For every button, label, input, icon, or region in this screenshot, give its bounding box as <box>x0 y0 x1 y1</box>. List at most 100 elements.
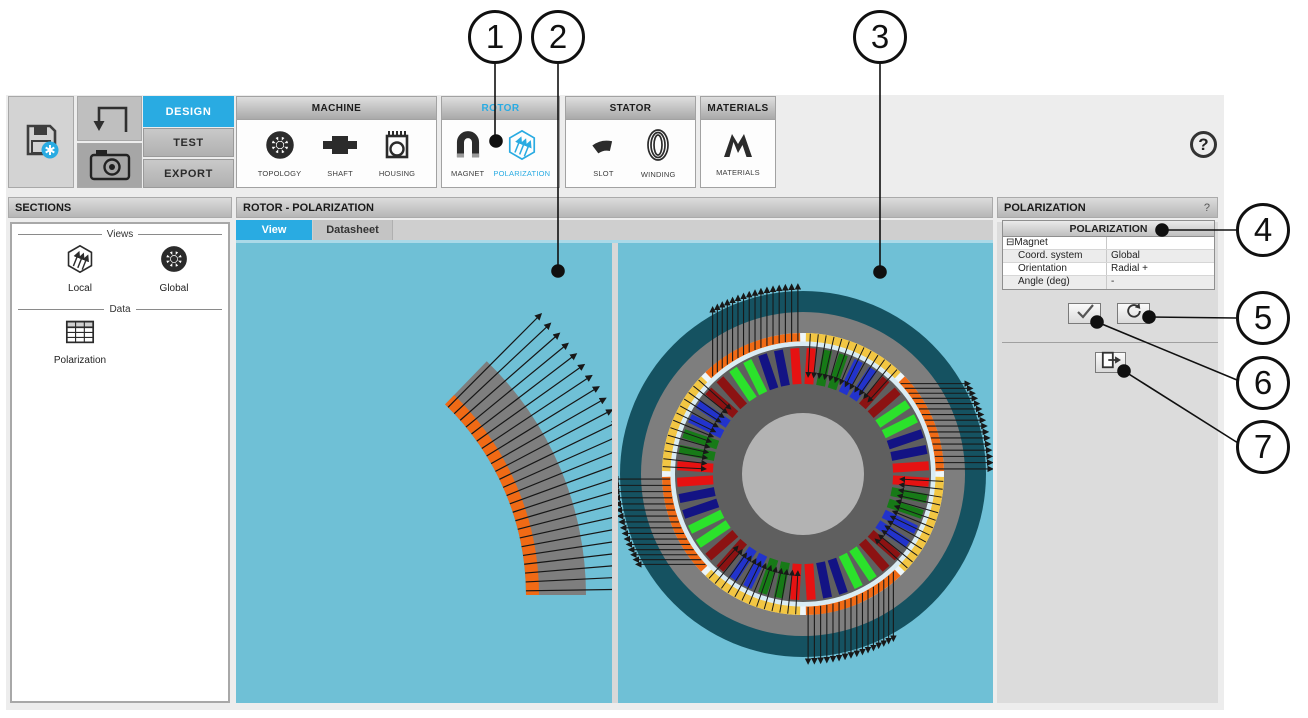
property-row-angle[interactable]: Angle (deg) - <box>1003 276 1214 289</box>
topology-label: TOPOLOGY <box>258 169 302 178</box>
angle-name: Angle (deg) <box>1003 276 1107 289</box>
design-mode-button[interactable]: DESIGN <box>143 96 234 127</box>
tab-datasheet[interactable]: Datasheet <box>313 220 393 240</box>
polarization-panel-title: POLARIZATION <box>1004 198 1086 217</box>
save-icon <box>21 120 61 165</box>
coord-system-value[interactable]: Global <box>1107 250 1214 262</box>
property-row-coord-system[interactable]: Coord. system Global <box>1003 250 1214 263</box>
reset-button[interactable] <box>1117 303 1150 324</box>
shaft-button[interactable]: SHAFT <box>322 129 358 178</box>
reset-icon <box>1124 301 1144 326</box>
magnet-icon <box>451 129 485 166</box>
help-button[interactable]: ? <box>1190 131 1217 158</box>
import-arrow-icon <box>82 96 138 141</box>
property-row-magnet[interactable]: ⊟Magnet <box>1003 237 1214 250</box>
panel-help-icon[interactable]: ? <box>1204 198 1210 217</box>
topology-icon <box>264 129 296 166</box>
test-mode-button[interactable]: TEST <box>143 128 234 157</box>
magnet-label: MAGNET <box>451 169 484 178</box>
polarization-button[interactable]: POLARIZATION <box>493 129 550 178</box>
slot-icon <box>585 129 621 166</box>
export-mode-button[interactable]: EXPORT <box>143 159 234 188</box>
materials-group-title: MATERIALS <box>701 97 775 120</box>
ribbon-group-rotor: ROTOR MAGNET <box>441 96 560 188</box>
camera-button[interactable] <box>77 143 142 188</box>
checkmark-icon <box>1073 302 1097 325</box>
rotor-group-title: ROTOR <box>442 97 559 120</box>
stator-group-title: STATOR <box>566 97 695 120</box>
view-tabbar: View Datasheet <box>236 220 993 240</box>
global-view-label: Global <box>160 283 189 294</box>
polarization-canvas <box>236 243 993 703</box>
data-group-label: Data <box>109 304 130 315</box>
angle-value[interactable]: - <box>1107 276 1214 289</box>
sections-panel: Views Local <box>10 222 230 703</box>
import-arrow-button[interactable] <box>77 96 142 141</box>
polarization-table-icon <box>64 318 96 351</box>
materials-icon <box>721 130 755 165</box>
callout-3: 3 <box>853 10 907 64</box>
polarization-properties-panel <box>997 222 1218 703</box>
shaft-label: SHAFT <box>327 169 353 178</box>
orientation-name: Orientation <box>1003 263 1107 275</box>
panel-divider <box>1002 342 1218 343</box>
views-group-separator: Views <box>18 229 222 240</box>
property-row-orientation[interactable]: Orientation Radial + <box>1003 263 1214 276</box>
sidebar-item-global-view[interactable]: Global <box>134 244 214 294</box>
magnet-button[interactable]: MAGNET <box>451 129 485 178</box>
callout-4: 4 <box>1236 203 1290 257</box>
app-window: DESIGN TEST EXPORT MACHINE <box>6 95 1224 710</box>
housing-label: HOUSING <box>379 169 415 178</box>
apply-button[interactable] <box>1068 303 1101 324</box>
export-arrow-icon <box>1099 350 1123 375</box>
shaft-icon <box>322 129 358 166</box>
global-view-icon <box>159 244 189 279</box>
slot-button[interactable]: SLOT <box>585 129 621 178</box>
housing-button[interactable]: HOUSING <box>379 129 415 178</box>
ribbon-group-materials: MATERIALS MATERIALS <box>700 96 776 188</box>
callout-6: 6 <box>1236 356 1290 410</box>
property-grid-title: POLARIZATION <box>1003 221 1214 237</box>
sections-panel-header: SECTIONS <box>8 197 232 218</box>
local-view-label: Local <box>68 283 92 294</box>
polarization-icon <box>505 129 539 166</box>
magnet-tree-node[interactable]: ⊟Magnet <box>1003 237 1107 249</box>
view-area-header: ROTOR - POLARIZATION <box>236 197 993 218</box>
winding-icon <box>642 128 674 167</box>
orientation-value[interactable]: Radial + <box>1107 263 1214 275</box>
export-data-button[interactable] <box>1095 352 1126 373</box>
local-view-icon <box>65 244 95 279</box>
data-group-separator: Data <box>18 304 222 315</box>
housing-icon <box>380 129 414 166</box>
callout-5: 5 <box>1236 291 1290 345</box>
magnet-node-value <box>1107 237 1214 249</box>
tab-view[interactable]: View <box>236 220 312 240</box>
winding-label: WINDING <box>641 170 676 179</box>
ribbon-group-stator: STATOR SLOT <box>565 96 696 188</box>
polarization-data-label: Polarization <box>54 355 106 366</box>
polarization-label: POLARIZATION <box>493 169 550 178</box>
callout-7: 7 <box>1236 420 1290 474</box>
callout-2: 2 <box>531 10 585 64</box>
coord-system-name: Coord. system <box>1003 250 1107 262</box>
materials-label: MATERIALS <box>716 168 760 177</box>
ribbon-group-machine: MACHINE <box>236 96 437 188</box>
help-question-glyph: ? <box>1198 135 1208 155</box>
slot-label: SLOT <box>593 169 613 178</box>
topology-button[interactable]: TOPOLOGY <box>258 129 302 178</box>
machine-group-title: MACHINE <box>237 97 436 120</box>
sidebar-item-local-view[interactable]: Local <box>40 244 120 294</box>
polarization-property-grid: POLARIZATION ⊟Magnet Coord. system Globa… <box>1002 220 1215 290</box>
callout-1: 1 <box>468 10 522 64</box>
global-polarization-view <box>618 243 993 703</box>
page: DESIGN TEST EXPORT MACHINE <box>0 0 1308 718</box>
save-button[interactable] <box>8 96 74 188</box>
views-group-label: Views <box>107 229 134 240</box>
winding-button[interactable]: WINDING <box>641 128 676 179</box>
sidebar-item-polarization-data[interactable]: Polarization <box>40 318 120 366</box>
camera-icon <box>84 143 136 188</box>
polarization-panel-header: POLARIZATION ? <box>997 197 1218 218</box>
local-polarization-view <box>236 243 612 703</box>
magnet-node-label: Magnet <box>1014 237 1047 248</box>
materials-button[interactable]: MATERIALS <box>716 130 760 177</box>
